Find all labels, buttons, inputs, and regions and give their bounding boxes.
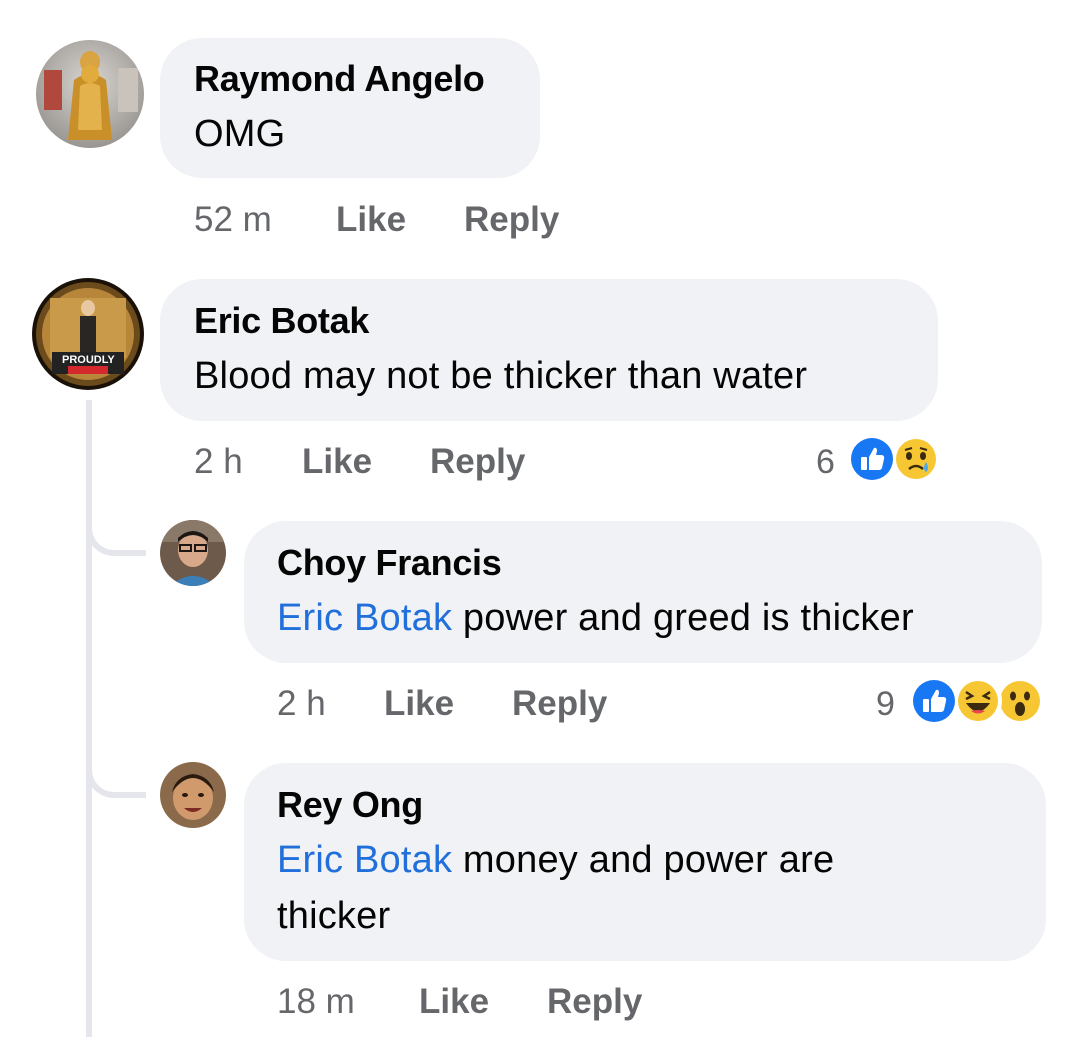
- like-button[interactable]: Like: [384, 684, 454, 724]
- comment-time[interactable]: 2 h: [194, 442, 243, 482]
- avatar-raymond-angelo[interactable]: [36, 40, 144, 148]
- sad-icon: [892, 435, 940, 483]
- reply-time[interactable]: 18 m: [277, 982, 355, 1022]
- reply-button[interactable]: Reply: [512, 684, 607, 724]
- reply-text: Eric Botak power and greed is thicker: [277, 590, 914, 646]
- reply-text-body: power and greed is thicker: [452, 597, 914, 639]
- comment-time[interactable]: 52 m: [194, 200, 272, 240]
- like-button[interactable]: Like: [419, 982, 489, 1022]
- reply-button[interactable]: Reply: [547, 982, 642, 1022]
- wow-icon: [996, 677, 1044, 725]
- reaction-count: 9: [876, 685, 895, 723]
- avatar-choy-francis[interactable]: [160, 520, 226, 586]
- reaction-count: 6: [816, 443, 835, 481]
- thread-line: [86, 400, 92, 1037]
- mention-link[interactable]: Eric Botak: [277, 839, 452, 881]
- haha-icon: [954, 677, 1002, 725]
- reply-author[interactable]: Choy Francis: [277, 542, 502, 584]
- comments-section: Raymond Angelo OMG 52 m Like Reply PROUD…: [0, 0, 1080, 1037]
- avatar-badge-text: PROUDLY: [62, 354, 115, 366]
- reply-button[interactable]: Reply: [464, 200, 559, 240]
- like-icon: [910, 677, 958, 725]
- mention-link[interactable]: Eric Botak: [277, 597, 452, 639]
- thread-branch-1: [86, 510, 146, 556]
- thread-branch-2: [86, 752, 146, 798]
- reply-time[interactable]: 2 h: [277, 684, 326, 724]
- avatar-rey-ong[interactable]: [160, 762, 226, 828]
- avatar-eric-botak[interactable]: PROUDLY: [32, 278, 144, 390]
- reply-author[interactable]: Rey Ong: [277, 784, 423, 826]
- comment-text: OMG: [194, 113, 286, 155]
- reply-button[interactable]: Reply: [430, 442, 525, 482]
- reply-text: Eric Botak money and power are thicker: [277, 832, 937, 944]
- like-button[interactable]: Like: [302, 442, 372, 482]
- comment-text: Blood may not be thicker than water: [194, 355, 808, 397]
- comment-author[interactable]: Raymond Angelo: [194, 58, 485, 100]
- like-button[interactable]: Like: [336, 200, 406, 240]
- like-icon: [848, 435, 896, 483]
- comment-author[interactable]: Eric Botak: [194, 300, 369, 342]
